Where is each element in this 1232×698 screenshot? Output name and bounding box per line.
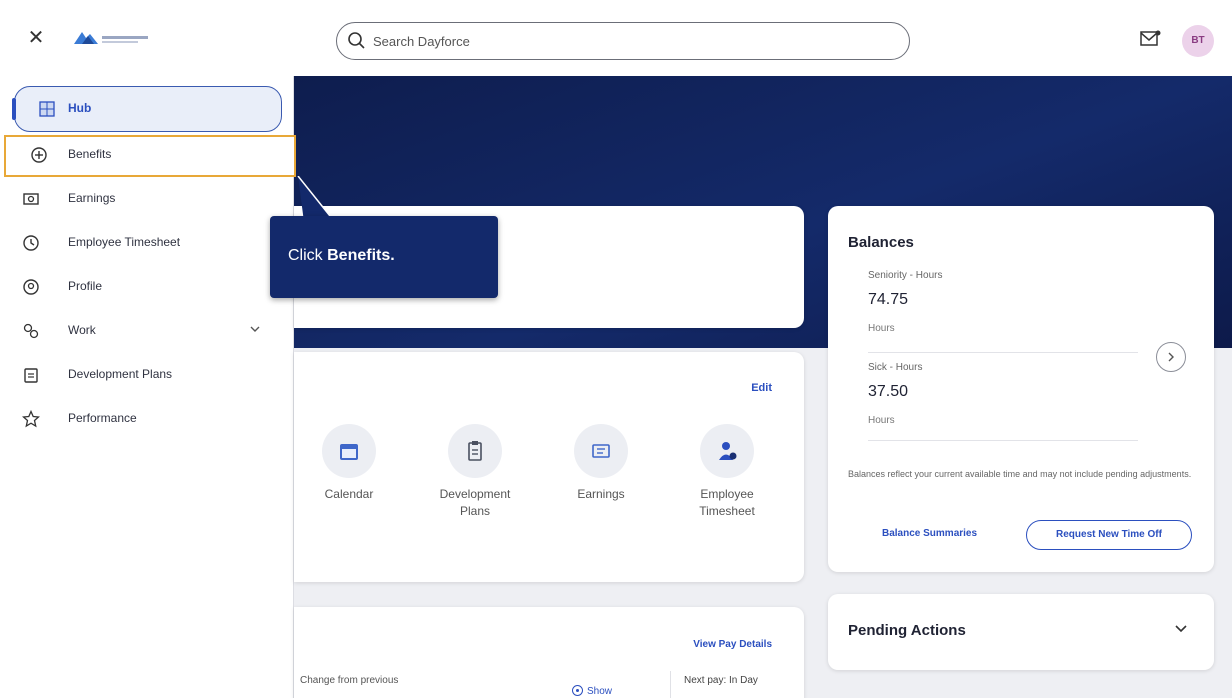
sidebar-item-label: Hub: [68, 101, 92, 115]
close-icon[interactable]: ✕: [26, 28, 46, 48]
balance-value: 37.50: [868, 383, 909, 400]
balance-summaries-link[interactable]: Balance Summaries: [882, 528, 977, 539]
sidebar-item-hub[interactable]: Hub: [0, 86, 294, 132]
chevron-down-icon[interactable]: [248, 322, 262, 336]
tile-earnings[interactable]: Earnings: [546, 424, 656, 534]
balance-kind: Sick - Hours: [868, 362, 923, 373]
sidebar-item-label: Earnings: [68, 191, 116, 205]
balances-card: Balances Seniority - Hours 74.75 Hours S…: [828, 206, 1214, 572]
balance-value: 74.75: [868, 291, 909, 308]
tile-icon-circle: [574, 424, 628, 478]
profile-icon: [23, 279, 39, 295]
person-clock-icon: [719, 442, 737, 460]
sidebar-item-performance[interactable]: Performance: [0, 400, 294, 438]
search-icon: [348, 32, 365, 49]
top-bar: ✕ BT: [0, 0, 1232, 76]
guide-callout: Click Benefits.: [270, 216, 498, 298]
balance-item: Seniority - Hours 74.75 Hours: [868, 270, 1158, 334]
star-icon: [22, 410, 40, 428]
tile-development-plans[interactable]: Development Plans: [420, 424, 530, 534]
sidebar-item-label: Profile: [68, 279, 103, 293]
sidebar-item-label: Benefits: [68, 147, 112, 161]
pending-actions-title: Pending Actions: [848, 622, 966, 639]
clipboard-icon: [468, 441, 482, 461]
company-logo: [74, 32, 148, 44]
pending-actions-card[interactable]: Pending Actions: [828, 594, 1214, 670]
show-button[interactable]: Show: [572, 685, 632, 698]
divider: [670, 671, 671, 698]
request-time-off-button[interactable]: Request New Time Off: [1026, 520, 1192, 550]
tile-icon-circle: [700, 424, 754, 478]
calendar-icon: [340, 444, 358, 460]
balances-title: Balances: [848, 234, 914, 251]
show-label: Show: [587, 686, 613, 697]
balance-unit: Hours: [868, 323, 895, 334]
development-plans-icon: [24, 368, 38, 383]
sidebar-item-benefits[interactable]: Benefits: [0, 135, 296, 177]
balances-note: Balances reflect your current available …: [848, 469, 1192, 479]
sidebar-item-label: Employee Timesheet: [68, 235, 181, 249]
sidebar-item-label: Performance: [68, 411, 137, 425]
avatar[interactable]: BT: [1182, 25, 1214, 57]
tile-label: Employee Timesheet: [699, 487, 755, 518]
chevron-down-icon[interactable]: [1174, 622, 1188, 636]
search-input[interactable]: [373, 30, 893, 52]
divider: [868, 440, 1138, 441]
sidebar-item-development-plans[interactable]: Development Plans: [0, 356, 294, 394]
benefits-icon: [31, 147, 47, 163]
pay-card: View Pay Details Change from previous Sh…: [294, 607, 804, 698]
callout-text: Click Benefits.: [288, 247, 395, 265]
mail-icon[interactable]: [1140, 30, 1162, 48]
work-icon: [23, 323, 39, 339]
earnings-icon: [592, 444, 610, 458]
search-bar[interactable]: [336, 22, 910, 60]
tile-icon-circle: [448, 424, 502, 478]
divider: [868, 352, 1138, 353]
view-pay-details-link[interactable]: View Pay Details: [693, 639, 772, 650]
sidebar-item-profile[interactable]: Profile: [0, 268, 294, 306]
tile-label: Earnings: [577, 487, 625, 501]
timesheet-icon: [23, 235, 39, 251]
quick-links-card: Edit Calendar Development Plans Earnings…: [294, 352, 804, 582]
sidebar-item-work[interactable]: Work: [0, 312, 294, 350]
sidebar: Hub Benefits Earnings Employee Timesheet…: [0, 76, 296, 698]
balance-kind: Seniority - Hours: [868, 270, 943, 281]
eye-icon: [572, 685, 583, 696]
callout-prefix: Click: [288, 247, 328, 264]
tile-icon-circle: [322, 424, 376, 478]
balance-unit: Hours: [868, 415, 895, 426]
sidebar-item-employee-timesheet[interactable]: Employee Timesheet: [0, 224, 294, 262]
earnings-icon: [23, 193, 39, 205]
sidebar-item-label: Work: [68, 323, 96, 337]
callout-target: Benefits.: [327, 247, 395, 264]
hub-icon: [39, 101, 55, 117]
tile-calendar[interactable]: Calendar: [294, 424, 404, 534]
sidebar-item-earnings[interactable]: Earnings: [0, 180, 294, 218]
sidebar-item-label: Development Plans: [68, 367, 173, 381]
active-indicator: [12, 98, 16, 120]
tile-label: Development Plans: [439, 487, 511, 518]
chevron-right-icon: [1168, 352, 1174, 362]
edit-link[interactable]: Edit: [751, 382, 772, 394]
change-from-previous-label: Change from previous: [300, 675, 399, 686]
next-pay-label: Next pay: In Day: [684, 675, 758, 686]
tile-label: Calendar: [324, 487, 374, 501]
tile-employee-timesheet[interactable]: Employee Timesheet: [672, 424, 782, 534]
balance-item: Sick - Hours 37.50 Hours: [868, 362, 1158, 426]
next-balance-button[interactable]: [1156, 342, 1186, 372]
